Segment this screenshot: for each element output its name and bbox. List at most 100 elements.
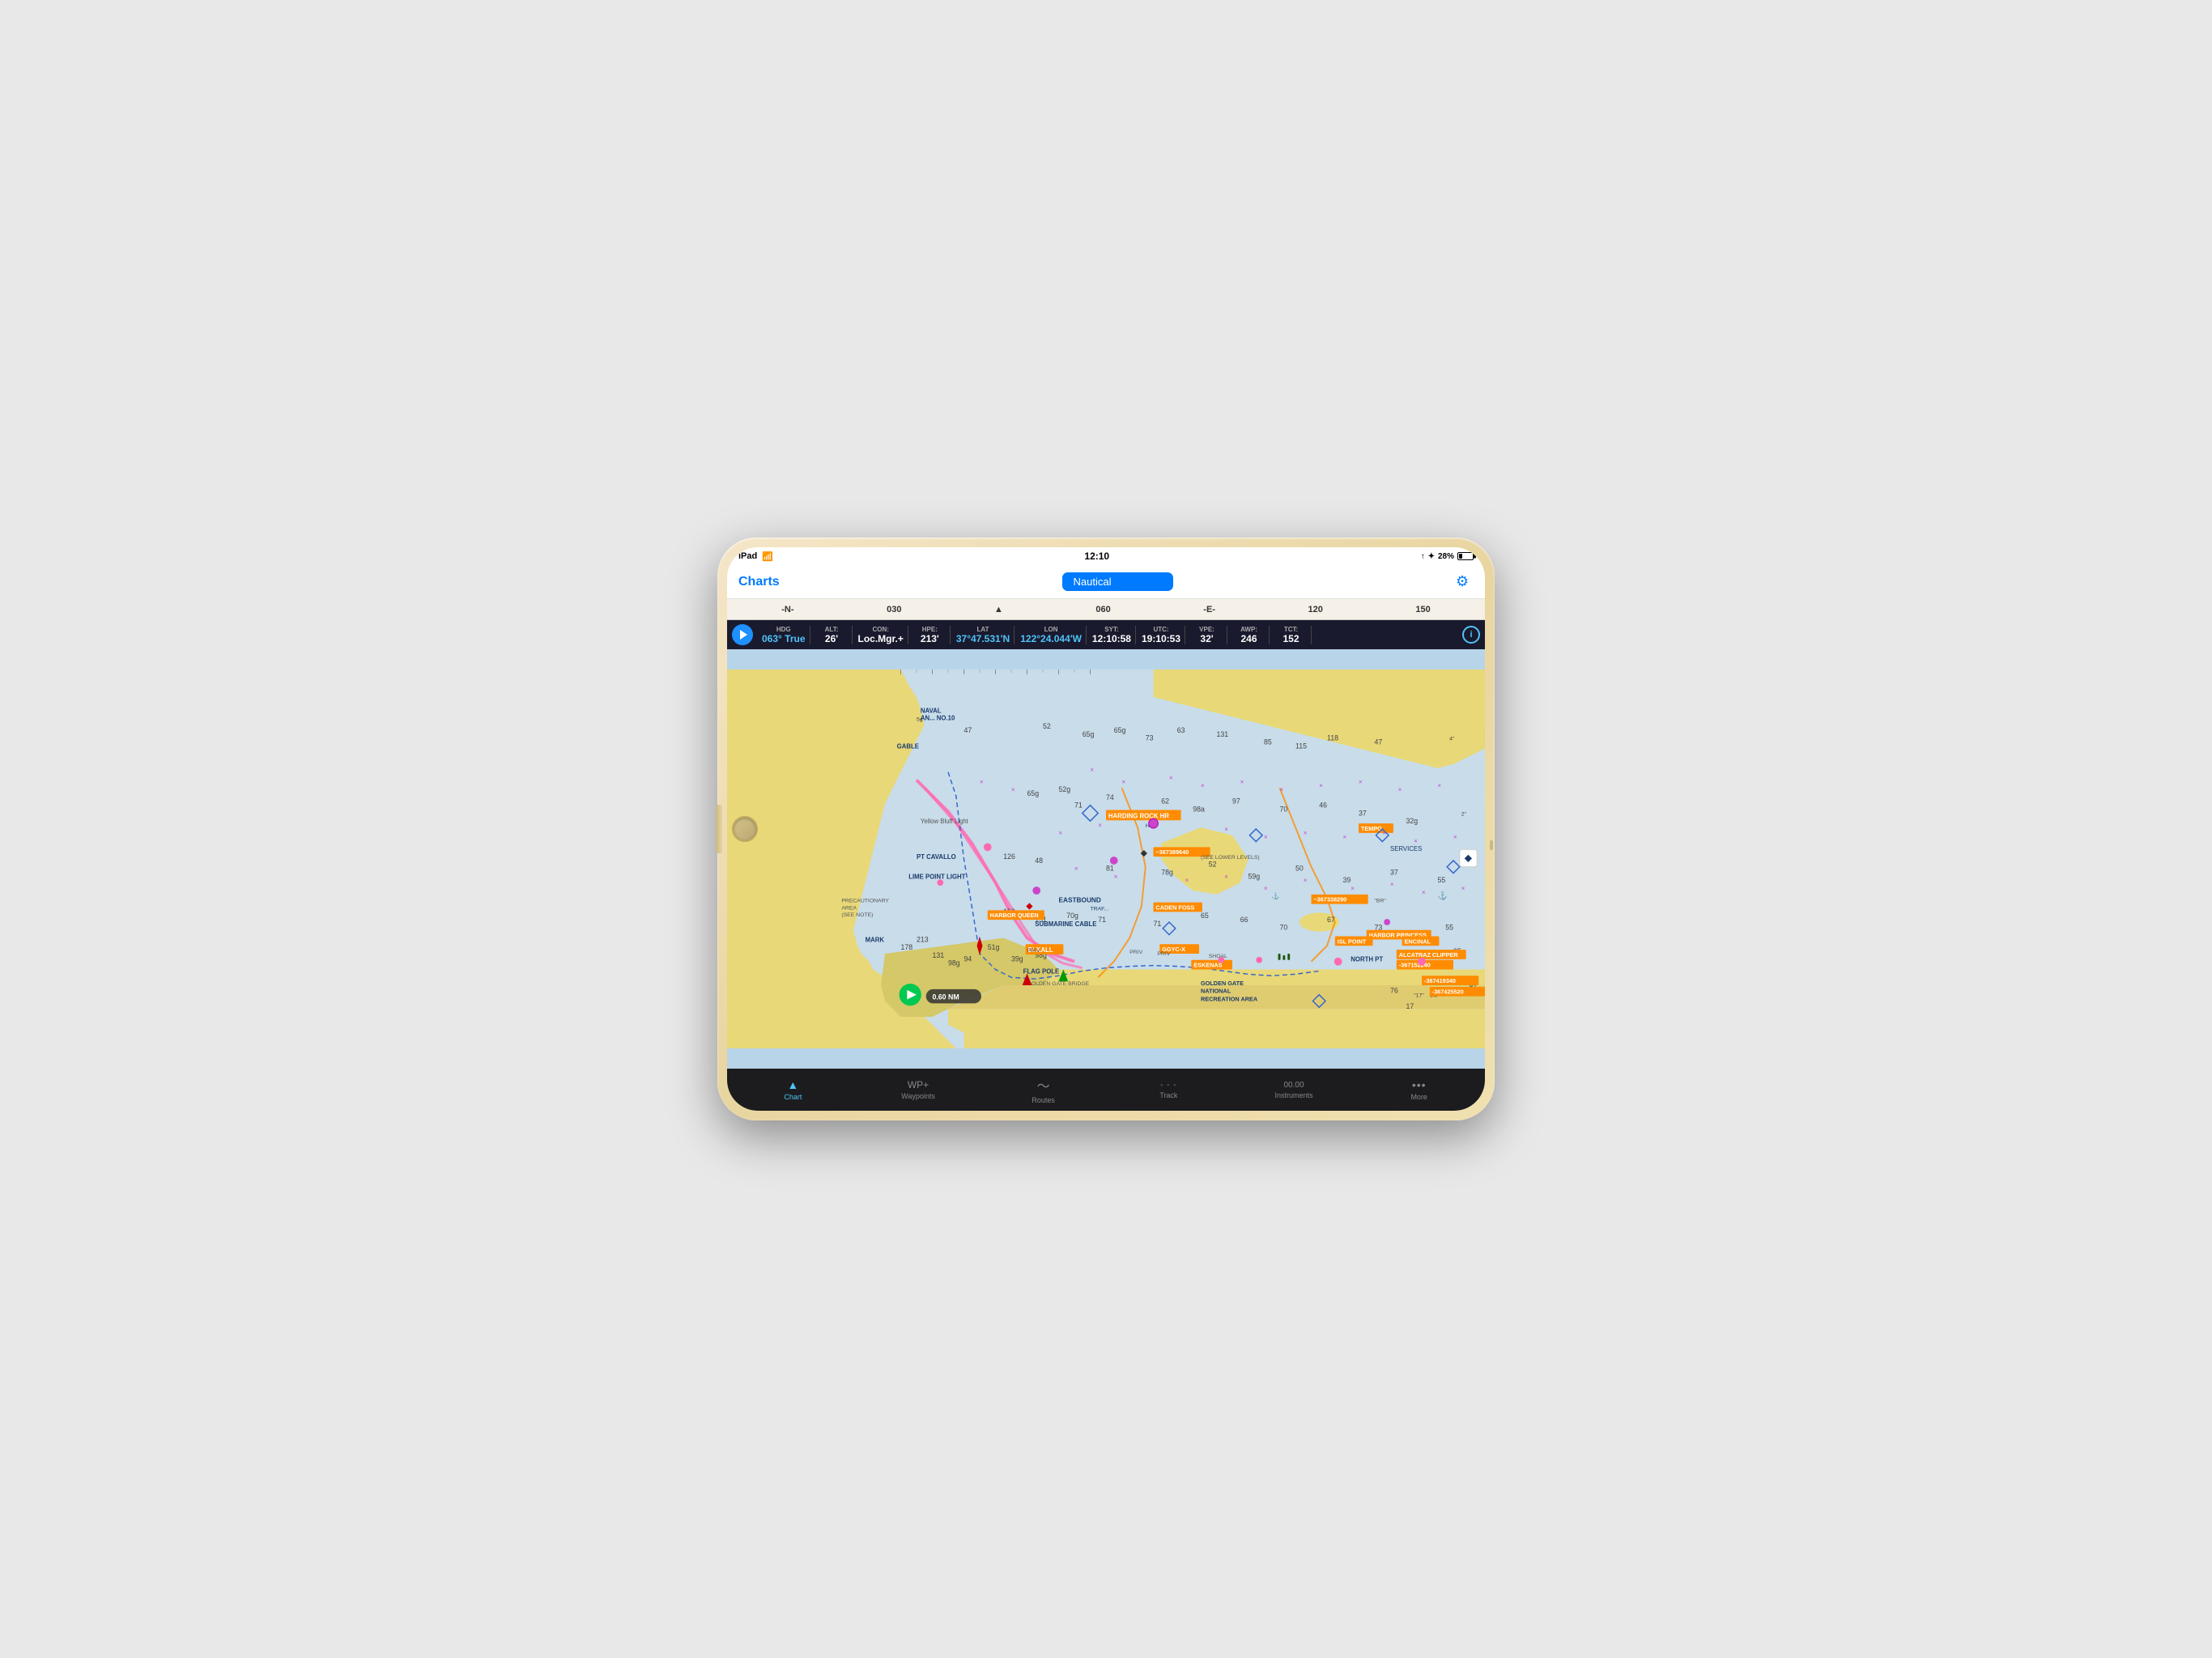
awp-value: 246 xyxy=(1241,633,1257,644)
svg-text:47: 47 xyxy=(1375,738,1383,746)
svg-text:PRIV: PRIV xyxy=(1027,948,1040,954)
svg-text:48: 48 xyxy=(1035,857,1043,865)
tab-instruments[interactable]: 00.00 Instruments xyxy=(1231,1081,1357,1099)
svg-text:78g: 78g xyxy=(1161,869,1173,877)
chart-icon: ▲ xyxy=(787,1078,798,1091)
svg-text:NORTH PT: NORTH PT xyxy=(1351,956,1383,963)
bluetooth-icon: ✦ xyxy=(1428,552,1435,561)
svg-text:LIME POINT LIGHT: LIME POINT LIGHT xyxy=(908,873,965,880)
svg-text:×: × xyxy=(1264,885,1268,892)
compass-arrow-indicator: ▲ xyxy=(994,605,1003,614)
svg-text:"BR": "BR" xyxy=(1375,899,1387,904)
svg-text:67: 67 xyxy=(1327,916,1335,924)
svg-text:(SEE LOWER LEVELS): (SEE LOWER LEVELS) xyxy=(1201,855,1260,861)
svg-text:⚓: ⚓ xyxy=(1272,892,1280,900)
svg-text:PT CAVALLO: PT CAVALLO xyxy=(917,853,956,861)
info-button[interactable]: i xyxy=(1462,626,1480,644)
alt-instrument: ALT: 26' xyxy=(812,626,853,644)
tab-routes[interactable]: 〜 Routes xyxy=(981,1075,1106,1104)
utc-instrument: UTC: 19:10:53 xyxy=(1138,626,1185,644)
svg-text:ISL POINT: ISL POINT xyxy=(1338,937,1367,945)
svg-text:×: × xyxy=(1414,838,1418,845)
svg-text:×: × xyxy=(1224,826,1228,833)
svg-text:ENCINAL: ENCINAL xyxy=(1405,937,1431,945)
routes-icon: 〜 xyxy=(1037,1075,1050,1095)
ipad-device: iPad 📶 12:10 ↑ ✦ 28% Charts Nautical Son… xyxy=(717,538,1495,1120)
svg-text:×: × xyxy=(1304,877,1308,884)
svg-text:17: 17 xyxy=(1406,1002,1414,1010)
syt-value: 12:10:58 xyxy=(1092,633,1131,644)
nautical-chart[interactable]: 47 52 65g 65g 73 63 131 85 115 118 47 65… xyxy=(727,649,1485,1069)
svg-text:118: 118 xyxy=(1327,734,1338,742)
nav-title[interactable]: Charts xyxy=(738,575,780,589)
tab-waypoints[interactable]: WP+ Waypoints xyxy=(856,1079,981,1100)
compass-n: -N- xyxy=(781,605,793,614)
tct-label: TCT: xyxy=(1284,626,1298,633)
vpe-instrument: VPE: 32' xyxy=(1187,626,1227,644)
svg-text:GABLE: GABLE xyxy=(897,743,919,750)
svg-text:FLAG POLE: FLAG POLE xyxy=(1023,967,1060,975)
svg-text:×: × xyxy=(1169,775,1173,782)
svg-text:~367389640: ~367389640 xyxy=(1155,848,1189,856)
svg-text:85: 85 xyxy=(1264,738,1272,746)
lat-instrument: LAT 37°47.531'N xyxy=(952,626,1015,644)
home-button[interactable] xyxy=(732,816,758,842)
svg-text:46: 46 xyxy=(1319,801,1327,810)
syt-instrument: SYT: 12:10:58 xyxy=(1088,626,1136,644)
compass-150: 150 xyxy=(1415,605,1430,614)
status-right: ↑ ✦ 28% xyxy=(1421,552,1474,561)
svg-text:×: × xyxy=(1185,877,1189,884)
tct-instrument: TCT: 152 xyxy=(1271,626,1312,644)
sonar-tab[interactable]: Sonar xyxy=(1122,572,1173,591)
svg-text:97: 97 xyxy=(1232,797,1240,806)
svg-text:×: × xyxy=(1074,865,1078,873)
tab-track[interactable]: - - - Track xyxy=(1106,1081,1231,1099)
compass-030: 030 xyxy=(887,605,901,614)
svg-text:76: 76 xyxy=(1390,987,1398,995)
play-button[interactable] xyxy=(732,624,753,645)
svg-text:×: × xyxy=(1059,830,1063,837)
svg-text:47: 47 xyxy=(964,726,972,734)
nautical-tab[interactable]: Nautical xyxy=(1062,572,1123,591)
svg-text:SHOAL: SHOAL xyxy=(1209,954,1227,959)
hdg-instrument: HDG 063° True xyxy=(758,626,810,644)
lon-label: LON xyxy=(1044,626,1058,633)
svg-text:51g: 51g xyxy=(988,943,1000,951)
svg-text:SERVICES: SERVICES xyxy=(1390,845,1422,852)
svg-text:55: 55 xyxy=(1438,876,1446,884)
svg-text:⚓: ⚓ xyxy=(1438,891,1448,901)
svg-text:52: 52 xyxy=(1043,722,1051,730)
svg-text:×: × xyxy=(1122,778,1126,785)
svg-text:NATIONAL: NATIONAL xyxy=(1201,988,1231,995)
svg-text:4": 4" xyxy=(1449,737,1455,742)
settings-icon[interactable]: ⚙ xyxy=(1456,573,1474,591)
svg-text:PRIV: PRIV xyxy=(1129,950,1142,955)
svg-text:63: 63 xyxy=(1177,726,1185,734)
con-instrument: CON: Loc.Mgr.+ xyxy=(854,626,908,644)
svg-text:×: × xyxy=(1011,786,1015,793)
svg-text:131: 131 xyxy=(1217,730,1229,738)
svg-text:×: × xyxy=(1240,778,1244,785)
battery-icon xyxy=(1457,552,1474,560)
svg-text:GOLDEN GATE BRIDGE: GOLDEN GATE BRIDGE xyxy=(1027,981,1090,987)
svg-text:RECREATION AREA: RECREATION AREA xyxy=(1201,996,1258,1003)
tab-chart[interactable]: ▲ Chart xyxy=(730,1078,856,1101)
svg-text:94: 94 xyxy=(964,955,972,963)
svg-text:TEMPO: TEMPO xyxy=(1361,825,1382,832)
svg-text:×: × xyxy=(980,778,984,785)
compass-ruler: -N- 030 ▲ 060 -E- 120 150 xyxy=(727,599,1485,620)
tab-more[interactable]: ••• More xyxy=(1356,1078,1482,1101)
svg-text:×: × xyxy=(1453,834,1457,841)
svg-text:131: 131 xyxy=(933,951,945,959)
hpe-label: HPE: xyxy=(922,626,938,633)
svg-text:(SEE NOTE): (SEE NOTE) xyxy=(841,912,873,918)
map-area[interactable]: 47 52 65g 65g 73 63 131 85 115 118 47 65… xyxy=(727,649,1485,1069)
svg-text:126: 126 xyxy=(1003,852,1015,861)
svg-text:⬥: ⬥ xyxy=(1465,852,1473,864)
svg-text:70: 70 xyxy=(1280,924,1288,932)
awp-instrument: AWP: 246 xyxy=(1229,626,1270,644)
svg-text:×: × xyxy=(1422,889,1426,896)
compass-120: 120 xyxy=(1308,605,1322,614)
svg-text:-367152240: -367152240 xyxy=(1399,962,1431,969)
svg-text:66: 66 xyxy=(1240,916,1249,924)
